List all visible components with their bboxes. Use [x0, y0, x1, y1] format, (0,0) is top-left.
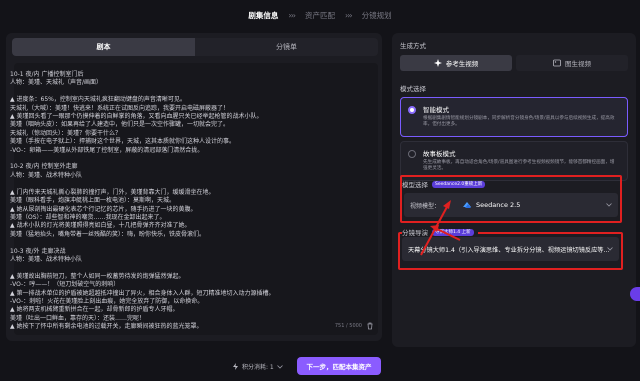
gen-method-buttons: 参考生视频 图生视频 [400, 55, 628, 71]
new-badge: 导演大师1.4 上新 [432, 228, 474, 236]
director-select[interactable]: 天幕分镜大师1.4（引入导演思维、专业拆分分镜、视频运镜切镜反应等... [402, 237, 619, 261]
ref-to-video-button[interactable]: 参考生视频 [400, 55, 512, 71]
chevron-down-icon[interactable] [276, 364, 283, 369]
chevron-down-icon [607, 247, 613, 251]
mode-desc: 先生成故事板，再自动适合角色/场景/道具图进行参考生视频视频镜节，能够首都精控画… [423, 160, 615, 171]
script-panel: 剧本 分镜单 751 / 5000 10-1 夜/内 广播控制室门后 人物：美瑾… [6, 33, 382, 341]
trash-icon[interactable] [366, 322, 374, 330]
radio-unselected [408, 150, 416, 158]
floating-assistant-button[interactable] [630, 287, 640, 301]
step-label: 资产匹配 [305, 10, 335, 20]
credits-info: 积分消耗: 1 [232, 362, 283, 371]
tab-storyboard-list[interactable]: 分镜单 [195, 38, 378, 56]
model-label-row: 模型选择 Seedance2.0重磅上新 [402, 179, 486, 189]
director-label-row: 分镜导演 导演大师1.4 上新 [402, 227, 478, 237]
director-select-title: 分镜导演 [402, 229, 428, 237]
step-label: 剧集信息 [248, 10, 279, 20]
step-asset-match[interactable]: 资产匹配 [305, 10, 335, 21]
new-badge: Seedance2.0重磅上新 [432, 180, 486, 188]
image-to-video-button[interactable]: 图生视频 [516, 55, 628, 71]
script-text: 10-1 夜/内 广播控制室门后 人物：美瑾、天城礼（声音/画面） ▲ 进度条：… [10, 71, 275, 331]
credits-label: 积分消耗: 1 [242, 364, 274, 371]
step-storyboard-plan[interactable]: 分镜规划 [362, 10, 392, 21]
script-tabs: 剧本 分镜单 [12, 38, 378, 56]
step-bar: 剧集信息 ››› 资产匹配 ››› 分镜规划 [0, 0, 640, 30]
model-select-title: 模型选择 [402, 181, 428, 189]
step-episode-info[interactable]: 剧集信息 [248, 10, 278, 21]
select-value: 天幕分镜大师1.4（引入导演思维、专业拆分分镜、视频运镜切镜反应等... [408, 246, 610, 254]
mode-desc: 根据剧集剧情智能规划分镜剧本，同步解析音分镜身色/场景/道具以参与后续视频生成，… [423, 116, 615, 127]
button-label: 图生视频 [565, 60, 591, 68]
chevrons-icon: ››› [345, 10, 353, 20]
sparkle-icon [433, 59, 442, 67]
gen-method-title: 生成方式 [400, 42, 426, 50]
lightning-icon [233, 363, 238, 370]
chevron-down-icon [606, 203, 612, 207]
mode-title: 故事板模式 [423, 150, 456, 158]
select-prefix: 视频模型： [410, 202, 441, 210]
mode-select-title: 模式选择 [400, 85, 426, 93]
mode-title: 智能模式 [423, 106, 449, 114]
video-model-select[interactable]: 视频模型： Seedance 2.5 [404, 193, 618, 217]
select-value: Seedance 2.5 [476, 201, 521, 209]
step-label: 分镜规划 [361, 10, 392, 20]
chevrons-icon: ››› [288, 10, 296, 20]
mode-card-smart[interactable]: 智能模式 根据剧集剧情智能规划分镜剧本，同步解析音分镜身色/场景/道具以参与后续… [400, 97, 628, 137]
image-icon [553, 59, 561, 67]
seedance-logo-icon [463, 202, 472, 208]
next-step-button[interactable]: 下一步，匹配本集资产 [297, 357, 381, 375]
button-label: 参考生视频 [445, 60, 479, 68]
radio-selected [408, 106, 416, 114]
tab-script[interactable]: 剧本 [12, 38, 195, 56]
